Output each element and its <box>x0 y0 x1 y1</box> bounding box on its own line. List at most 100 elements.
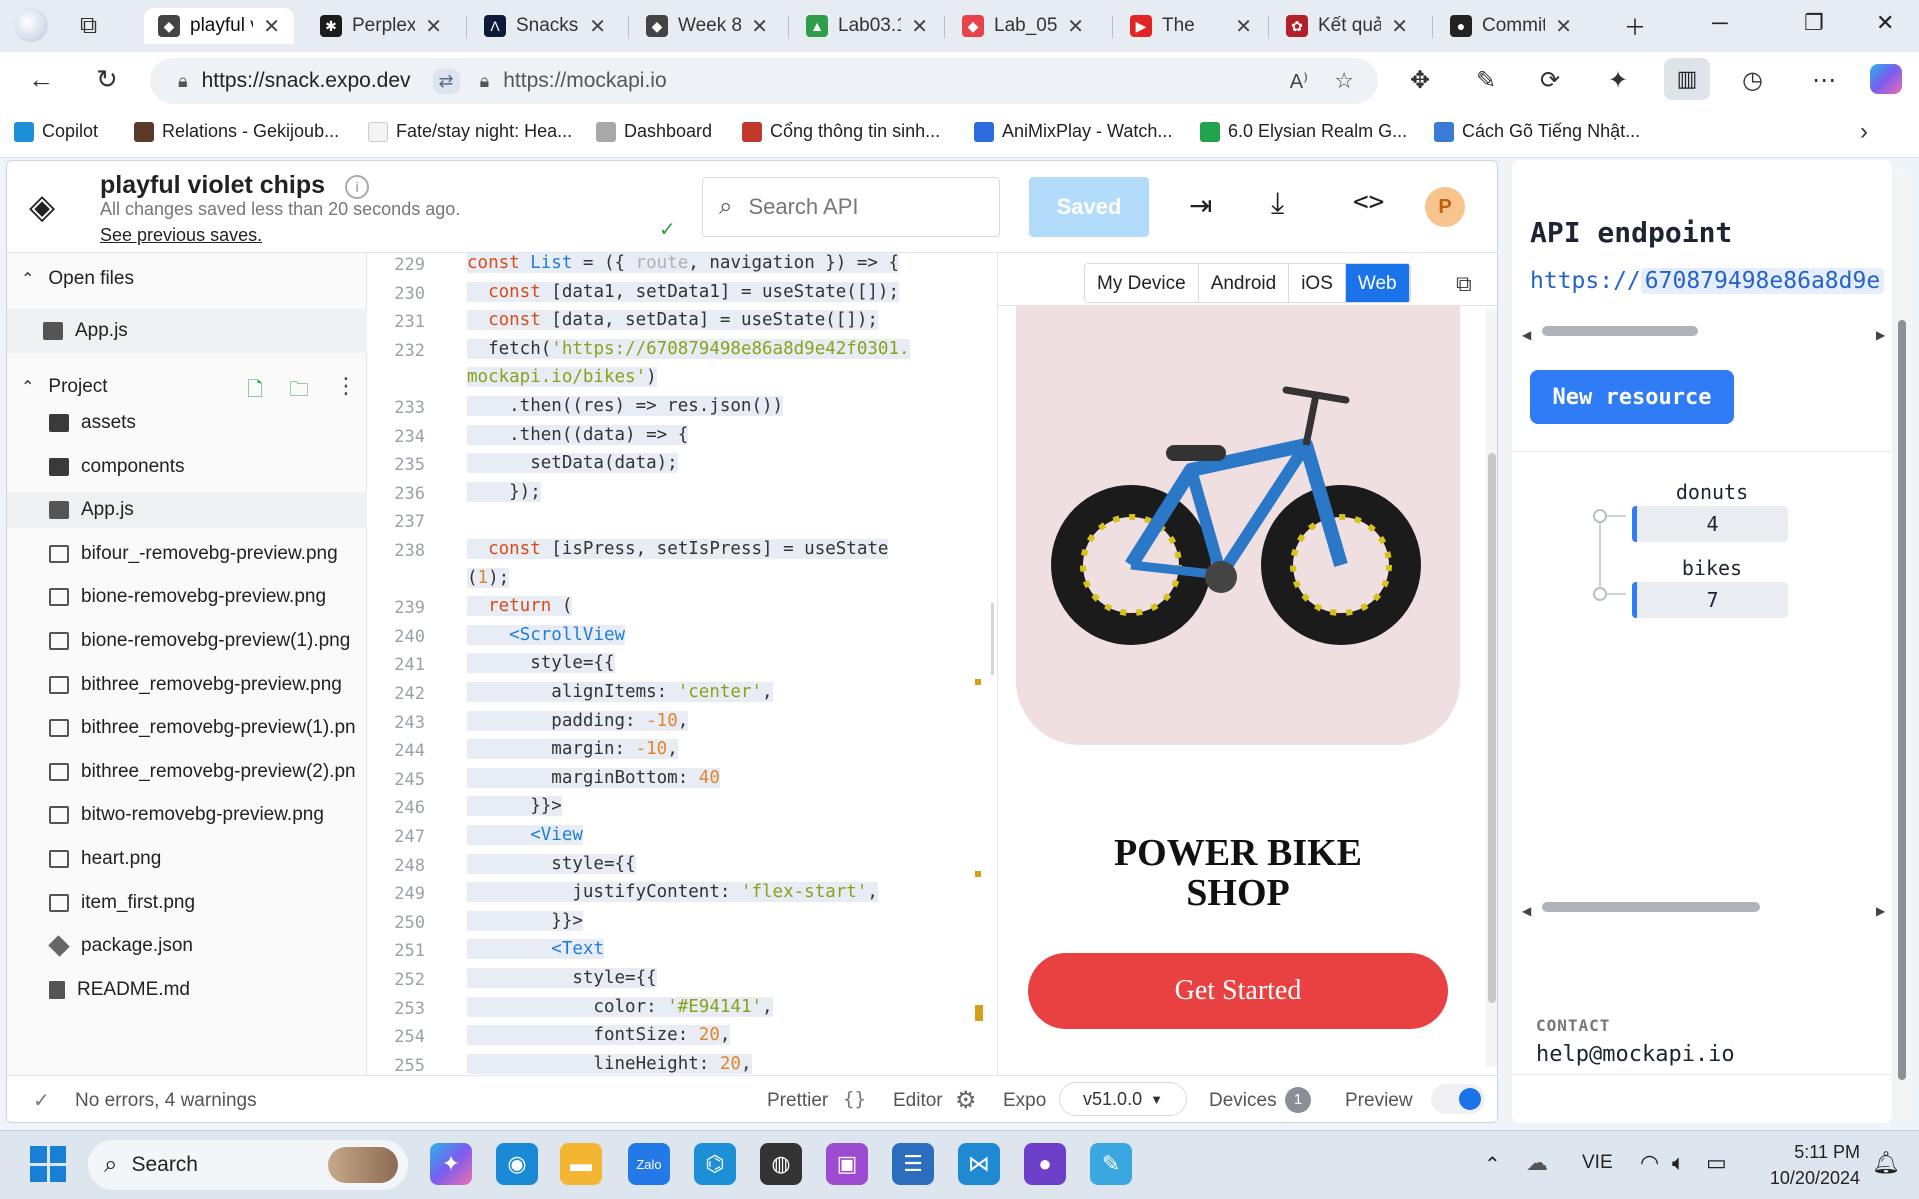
project-section[interactable]: ⌃ Project <box>7 369 367 405</box>
preview-scrollbar-thumb[interactable] <box>1488 453 1496 1003</box>
tab-close-icon[interactable]: ✕ <box>589 14 606 39</box>
new-file-icon[interactable]: 🗋︎ <box>247 375 263 409</box>
file-item[interactable]: bithree_removebg-preview(1).pn <box>7 710 367 746</box>
code-line[interactable]: setData(data); <box>467 453 678 474</box>
copilot-app-icon[interactable]: ✦ <box>430 1143 472 1185</box>
more-menu-icon[interactable]: ⋯ <box>1812 66 1836 95</box>
bookmark-item[interactable]: Dashboard <box>596 121 712 142</box>
tree-scrollbar[interactable] <box>1542 902 1760 912</box>
endpoint-url[interactable]: https://670879498e86a8d9e <box>1530 268 1892 294</box>
zalo-app-icon[interactable]: Zalo <box>628 1143 670 1185</box>
scroll-left-arrow-icon[interactable]: ◀ <box>1522 328 1531 342</box>
file-item[interactable]: package.json <box>7 928 367 964</box>
resource-name[interactable]: bikes <box>1636 556 1788 580</box>
code-line[interactable]: return ( <box>467 596 573 617</box>
code-line[interactable]: marginBottom: 40 <box>467 767 720 788</box>
expo-snack-logo-icon[interactable]: ◈ <box>29 187 55 227</box>
editor-label[interactable]: Editor <box>893 1090 943 1112</box>
file-item[interactable]: bione-removebg-preview.png <box>7 579 367 615</box>
file-item[interactable]: bithree_removebg-preview.png <box>7 667 367 703</box>
code-line[interactable]: const [data, setData] = useState([]); <box>467 310 878 331</box>
code-line[interactable]: const [isPress, setIsPress] = useState <box>467 539 889 559</box>
code-line[interactable]: <Text <box>467 939 604 960</box>
browser-tab[interactable]: ▲ Lab03.1(✕ <box>792 8 942 44</box>
history-icon[interactable]: ◷ <box>1742 66 1763 95</box>
paint-app-icon[interactable]: ✎ <box>1090 1143 1132 1185</box>
see-previous-saves-link[interactable]: See previous saves. <box>100 225 262 246</box>
device-tab-android[interactable]: Android <box>1198 264 1290 302</box>
extensions-icon[interactable]: ✦ <box>1608 66 1628 95</box>
project-title[interactable]: playful violet chips <box>100 171 325 200</box>
contact-email[interactable]: help@mockapi.io <box>1536 1042 1735 1067</box>
device-tab-my-device[interactable]: My Device <box>1085 264 1199 302</box>
new-folder-icon[interactable]: 🗀︎ <box>289 375 309 409</box>
code-line[interactable]: alignItems: 'center', <box>467 682 773 702</box>
workspaces-icon[interactable]: ⧉ <box>80 12 97 40</box>
network-tool-icon[interactable]: ⌬ <box>694 1143 736 1185</box>
scroll-right-arrow-icon[interactable]: ▶ <box>1876 328 1885 342</box>
bookmark-item[interactable]: Cổng thông tin sinh... <box>742 121 940 142</box>
devices-label[interactable]: Devices <box>1209 1090 1277 1112</box>
browser-tab[interactable]: ◆ playful vi ✕ <box>144 8 294 44</box>
errors-status[interactable]: No errors, 4 warnings <box>75 1090 257 1112</box>
code-line[interactable]: .then((res) => res.json()) <box>467 396 784 416</box>
resource-count-bar[interactable]: 4 <box>1632 506 1788 542</box>
code-line[interactable]: (1); <box>467 567 510 588</box>
bookmark-item[interactable]: Copilot <box>14 121 98 142</box>
resource-name[interactable]: donuts <box>1636 480 1788 504</box>
browser-tab[interactable]: ✱ Perplexit ✕ <box>306 8 456 44</box>
bookmark-item[interactable]: Relations - Gekijoub... <box>134 121 339 142</box>
browser-tab[interactable]: ◆ Lab_05_b ✕ <box>948 8 1098 44</box>
open-file-item[interactable]: App.js <box>7 309 367 353</box>
tab-close-icon[interactable]: ✕ <box>1555 14 1572 39</box>
tray-chevron-up-icon[interactable]: ⌃ <box>1484 1152 1501 1177</box>
scroll-right-arrow-icon[interactable]: ▶ <box>1876 904 1885 918</box>
browser-tab[interactable]: ▶ The ✕ <box>1116 8 1266 44</box>
code-line[interactable]: }}> <box>467 910 583 931</box>
notepad-app-icon[interactable]: ☰ <box>892 1143 934 1185</box>
clock-time[interactable]: 5:11 PM <box>1760 1142 1860 1163</box>
profile-avatar[interactable] <box>14 8 48 42</box>
edge-app-icon[interactable]: ◉ <box>496 1143 538 1185</box>
code-line[interactable]: justifyContent: 'flex-start', <box>467 882 878 903</box>
code-line[interactable]: const [data1, setData1] = useState([]); <box>467 281 899 302</box>
obs-app-icon[interactable]: ◍ <box>760 1143 802 1185</box>
folder-item[interactable]: assets <box>7 405 367 441</box>
code-line[interactable]: padding: -10, <box>467 710 689 731</box>
close-window-button[interactable]: ✕ <box>1876 10 1894 36</box>
tab-close-icon[interactable]: ✕ <box>911 14 928 39</box>
code-line[interactable]: .then((data) => { <box>467 424 689 445</box>
file-item[interactable]: heart.png <box>7 841 367 877</box>
tab-close-icon[interactable]: ✕ <box>1391 14 1408 39</box>
tab-close-icon[interactable]: ✕ <box>1235 14 1252 39</box>
browser-tab[interactable]: ● Commit ✕ <box>1436 8 1586 44</box>
gear-icon[interactable]: ⚙ <box>955 1086 977 1115</box>
code-line[interactable]: style={{ <box>467 653 615 674</box>
bookmark-item[interactable]: 6.0 Elysian Realm G... <box>1200 121 1407 142</box>
preview-toggle[interactable] <box>1431 1084 1485 1114</box>
search-api-input[interactable]: ⌕ Search API <box>702 177 1000 237</box>
code-line[interactable]: }}> <box>467 796 562 817</box>
file-explorer-icon[interactable]: ▬ <box>560 1143 602 1185</box>
user-avatar[interactable]: P <box>1425 187 1465 227</box>
gallery-app-icon[interactable]: ▣ <box>826 1143 868 1185</box>
copilot-icon[interactable] <box>1870 64 1902 94</box>
code-line[interactable]: style={{ <box>467 853 636 874</box>
new-resource-button[interactable]: New resource <box>1530 370 1734 424</box>
taskbar-search[interactable]: ⌕ Search <box>88 1140 408 1190</box>
code-line[interactable]: <View <box>467 825 583 845</box>
sync-icon[interactable]: ⟳ <box>1540 66 1560 95</box>
code-line[interactable]: margin: -10, <box>467 739 678 760</box>
restore-button[interactable]: ❐ <box>1804 10 1824 36</box>
minimize-button[interactable]: ─ <box>1712 10 1728 36</box>
windows-start-icon[interactable] <box>30 1146 66 1182</box>
code-line[interactable]: <ScrollView <box>467 624 626 645</box>
bookmark-item[interactable]: Fate/stay night: Hea... <box>368 121 572 142</box>
eyedropper-icon[interactable]: ✎ <box>1476 66 1496 95</box>
editor-scrollbar[interactable] <box>991 603 994 675</box>
embed-code-icon[interactable]: <> <box>1353 187 1384 217</box>
device-tab-ios[interactable]: iOS <box>1289 264 1346 302</box>
more-options-icon[interactable]: ⋮ <box>335 373 357 399</box>
tab-close-icon[interactable]: ✕ <box>263 14 280 39</box>
input-language[interactable]: VIE <box>1582 1152 1613 1174</box>
